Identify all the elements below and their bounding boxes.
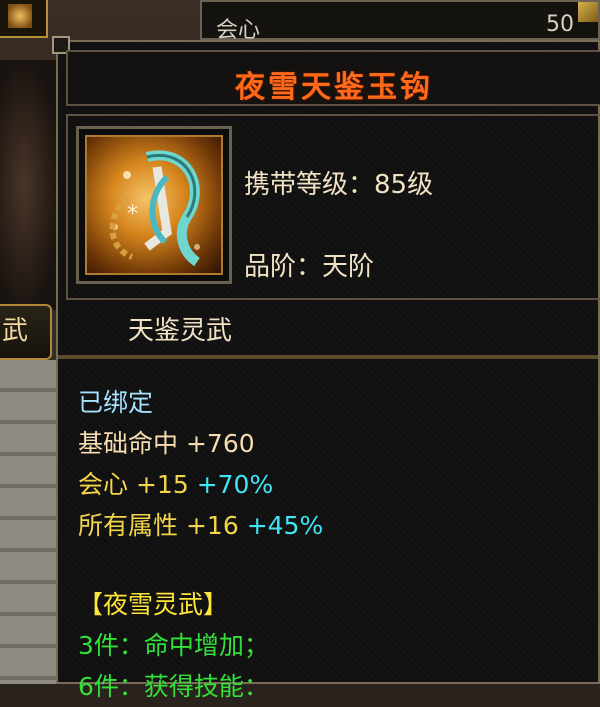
- tooltip-title-bar: 夜雪天鉴玉钩: [66, 50, 600, 106]
- divider: [58, 355, 598, 359]
- background-character-shadow: [0, 60, 60, 310]
- set-title: 【夜雪灵武】: [78, 590, 229, 619]
- background-stat-row: 会心 50: [200, 0, 600, 43]
- svg-text:*: *: [127, 202, 138, 227]
- corner-ornament-icon: [578, 2, 598, 22]
- stat-name: 会心: [78, 470, 129, 499]
- stat-name: 基础命中: [78, 429, 179, 458]
- stat-value: +760: [185, 429, 255, 458]
- side-tab-label: 武: [2, 316, 29, 346]
- jade-hook-weapon-icon: *: [85, 135, 223, 275]
- item-grade: 品阶：天阶: [244, 252, 375, 282]
- stat-bonus: +45%: [246, 511, 324, 540]
- item-tooltip: 夜雪天鉴玉钩 * 携带等级：85级 品阶：天阶 天鉴灵武 已绑定 基础命中 +7…: [52, 36, 600, 701]
- stat-row: 基础命中 +760: [78, 423, 323, 464]
- stat-bonus: +70%: [196, 470, 274, 499]
- item-category: 天鉴灵武: [128, 316, 233, 346]
- stat-value: +15: [135, 470, 189, 499]
- item-icon-frame: *: [76, 126, 232, 284]
- item-name: 夜雪天鉴玉钩: [235, 70, 433, 105]
- stat-row: 会心 +15 +70%: [78, 464, 323, 505]
- bound-status: 已绑定: [78, 388, 154, 417]
- background-stat-value: 50: [546, 12, 574, 37]
- stat-row: 所有属性 +16 +45%: [78, 505, 323, 546]
- set-bonus: 6件：获得技能：: [78, 672, 269, 701]
- set-bonus: 3件：命中增加；: [78, 631, 269, 660]
- side-tab-weapon[interactable]: 武: [0, 304, 52, 360]
- item-info-panel: * 携带等级：85级 品阶：天阶: [66, 114, 600, 300]
- item-glint-icon: [8, 4, 32, 28]
- carry-level: 携带等级：85级: [244, 170, 434, 200]
- stat-value: +16: [185, 511, 239, 540]
- stat-name: 所有属性: [78, 511, 179, 540]
- inventory-slot-icon[interactable]: [0, 0, 48, 38]
- item-stats: 已绑定 基础命中 +760 会心 +15 +70% 所有属性 +16 +45% …: [78, 382, 323, 707]
